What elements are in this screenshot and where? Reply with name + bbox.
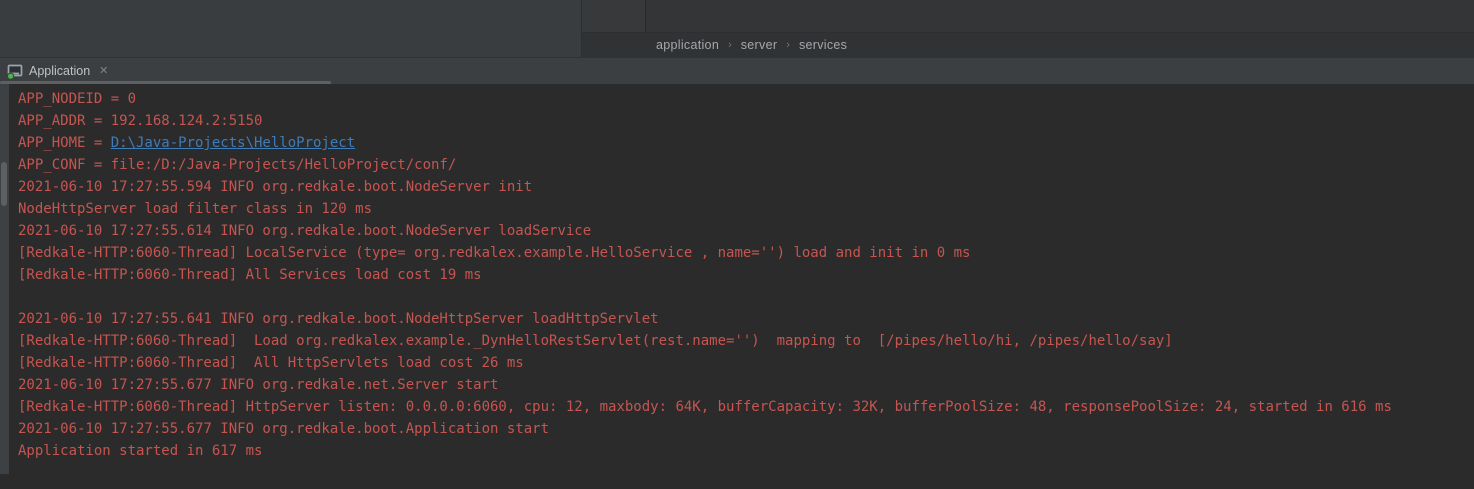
log-text: 2021-06-10 17:27:55.614 INFO org.redkale… (18, 223, 591, 239)
log-line: Application started in 617 ms (18, 440, 1392, 462)
log-text: APP_NODEID = 0 (18, 91, 136, 107)
log-text: [Redkale-HTTP:6060-Thread] All Services … (18, 267, 482, 283)
log-text: 2021-06-10 17:27:55.594 INFO org.redkale… (18, 179, 532, 195)
ide-window: application › server › services Applicat… (0, 0, 1474, 489)
log-line: APP_NODEID = 0 (18, 88, 1392, 110)
tab-application-label: Application (29, 64, 90, 78)
log-text: 2021-06-10 17:27:55.677 INFO org.redkale… (18, 377, 498, 393)
log-text: APP_CONF = file:/D:/Java-Projects/HelloP… (18, 157, 456, 173)
tab-application[interactable]: Application ✕ (3, 59, 114, 83)
chevron-right-icon: › (728, 39, 732, 51)
console-log: APP_NODEID = 0 APP_ADDR = 192.168.124.2:5… (18, 88, 1392, 462)
log-line: [Redkale-HTTP:6060-Thread] HttpServer li… (18, 396, 1392, 418)
log-line (18, 286, 1392, 308)
log-line: 2021-06-10 17:27:55.594 INFO org.redkale… (18, 176, 1392, 198)
console-left-gutter (0, 84, 9, 474)
log-line: [Redkale-HTTP:6060-Thread] All HttpServl… (18, 352, 1392, 374)
log-text: 2021-06-10 17:27:55.641 INFO org.redkale… (18, 311, 659, 327)
breadcrumb-item-server[interactable]: server (741, 38, 778, 52)
run-console-icon (7, 63, 24, 80)
log-text: Application started in 617 ms (18, 443, 262, 459)
log-text: NodeHttpServer load filter class in 120 … (18, 201, 372, 217)
breadcrumb: application › server › services (582, 33, 1474, 57)
editor-right-panel (646, 0, 1474, 33)
log-line: 2021-06-10 17:27:55.677 INFO org.redkale… (18, 374, 1392, 396)
editor-gutter-block (582, 0, 646, 33)
log-text: [Redkale-HTTP:6060-Thread] HttpServer li… (18, 399, 1392, 415)
console-output-panel: APP_NODEID = 0 APP_ADDR = 192.168.124.2:5… (0, 84, 1474, 489)
log-line: APP_HOME = D:\Java-Projects\HelloProject (18, 132, 1392, 154)
log-text: APP_HOME = (18, 135, 111, 151)
chevron-right-icon: › (786, 39, 790, 51)
editor-left-panel (0, 0, 582, 57)
close-icon[interactable]: ✕ (99, 66, 108, 77)
breadcrumb-item-application[interactable]: application (656, 38, 719, 52)
log-line: [Redkale-HTTP:6060-Thread] All Services … (18, 264, 1392, 286)
vertical-scrollbar-thumb[interactable] (1, 162, 7, 206)
breadcrumb-item-services[interactable]: services (799, 38, 847, 52)
log-text: [Redkale-HTTP:6060-Thread] LocalService … (18, 245, 970, 261)
app-home-path-link[interactable]: D:\Java-Projects\HelloProject (111, 135, 355, 151)
log-line: 2021-06-10 17:27:55.677 INFO org.redkale… (18, 418, 1392, 440)
log-text: [Redkale-HTTP:6060-Thread] Load org.redk… (18, 333, 1173, 349)
editor-top-area: application › server › services (0, 0, 1474, 57)
log-text: APP_ADDR = 192.168.124.2:5150 (18, 113, 262, 129)
log-line: [Redkale-HTTP:6060-Thread] LocalService … (18, 242, 1392, 264)
log-text: 2021-06-10 17:27:55.677 INFO org.redkale… (18, 421, 549, 437)
run-toolwindow-tab-bar: Application ✕ (0, 57, 1474, 84)
log-line: NodeHttpServer load filter class in 120 … (18, 198, 1392, 220)
log-line: APP_ADDR = 192.168.124.2:5150 (18, 110, 1392, 132)
log-line: APP_CONF = file:/D:/Java-Projects/HelloP… (18, 154, 1392, 176)
log-text: [Redkale-HTTP:6060-Thread] All HttpServl… (18, 355, 524, 371)
log-line: 2021-06-10 17:27:55.641 INFO org.redkale… (18, 308, 1392, 330)
log-line: [Redkale-HTTP:6060-Thread] Load org.redk… (18, 330, 1392, 352)
log-line: 2021-06-10 17:27:55.614 INFO org.redkale… (18, 220, 1392, 242)
